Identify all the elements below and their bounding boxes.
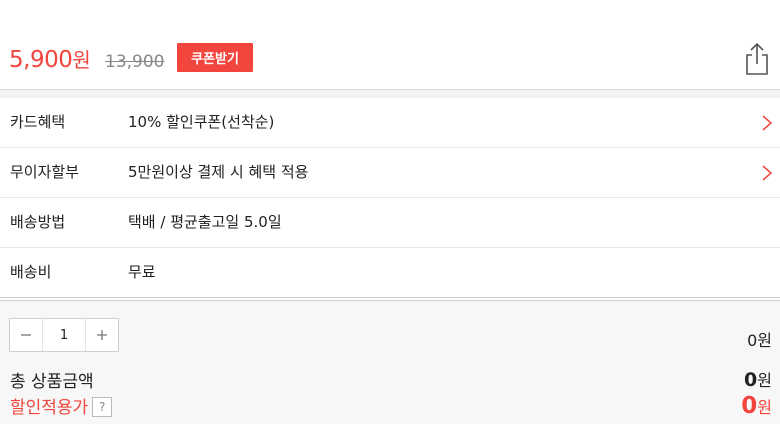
sale-price: 5,900원 [9,44,91,73]
price-header: 5,900원 13,900 쿠폰받기 [0,0,780,90]
discount-price-label-wrap: 할인적용가? [10,393,113,418]
total-price-row: 총 상품금액 0원 [0,367,780,393]
chevron-right-icon[interactable] [760,164,774,182]
info-value: 택배 / 평균출고일 5.0일 [128,213,282,231]
discount-price-amount: 0 [741,393,758,419]
minus-icon [21,334,31,336]
info-value: 무료 [128,263,156,281]
discount-help-button[interactable]: ? [92,397,113,417]
increase-quantity-button[interactable] [86,319,118,351]
discount-price-unit: 원 [757,398,772,417]
coupon-button[interactable]: 쿠폰받기 [177,43,253,72]
section-gap [0,90,780,98]
benefit-info-list: 카드혜택 10% 할인쿠폰(선착순) 무이자할부 5만원이상 결제 시 혜택 적… [0,98,780,298]
info-value: 10% 할인쿠폰(선착순) [128,113,275,131]
info-value: 5만원이상 결제 시 혜택 적용 [128,163,309,181]
total-price-value: 0원 [744,367,772,391]
share-icon[interactable] [744,42,770,76]
original-price: 13,900 [105,52,165,72]
plus-icon [97,330,107,340]
discount-price-row: 할인적용가? 0원 [0,393,780,419]
info-row-card-benefit[interactable]: 카드혜택 10% 할인쿠폰(선착순) [0,98,780,148]
decrease-quantity-button[interactable] [10,319,42,351]
total-price-amount: 0 [744,369,758,391]
info-label: 무이자할부 [10,163,80,181]
discount-price-value: 0원 [741,393,772,419]
order-summary: 0원 총 상품금액 0원 할인적용가? 0원 [0,300,780,424]
sale-price-unit: 원 [72,48,91,72]
info-label: 배송방법 [10,213,66,231]
info-row-shipping-method: 배송방법 택배 / 평균출고일 5.0일 [0,198,780,248]
info-row-installment[interactable]: 무이자할부 5만원이상 결제 시 혜택 적용 [0,148,780,198]
line-total: 0원 [747,331,772,350]
info-label: 카드혜택 [10,113,66,131]
quantity-input[interactable] [42,319,86,351]
discount-price-label: 할인적용가 [10,398,89,418]
total-price-unit: 원 [757,371,772,390]
sale-price-amount: 5,900 [9,47,73,73]
chevron-right-icon[interactable] [760,114,774,132]
info-label: 배송비 [10,263,52,281]
info-row-shipping-fee: 배송비 무료 [0,248,780,298]
quantity-stepper [9,318,119,352]
total-price-label: 총 상품금액 [10,372,94,392]
